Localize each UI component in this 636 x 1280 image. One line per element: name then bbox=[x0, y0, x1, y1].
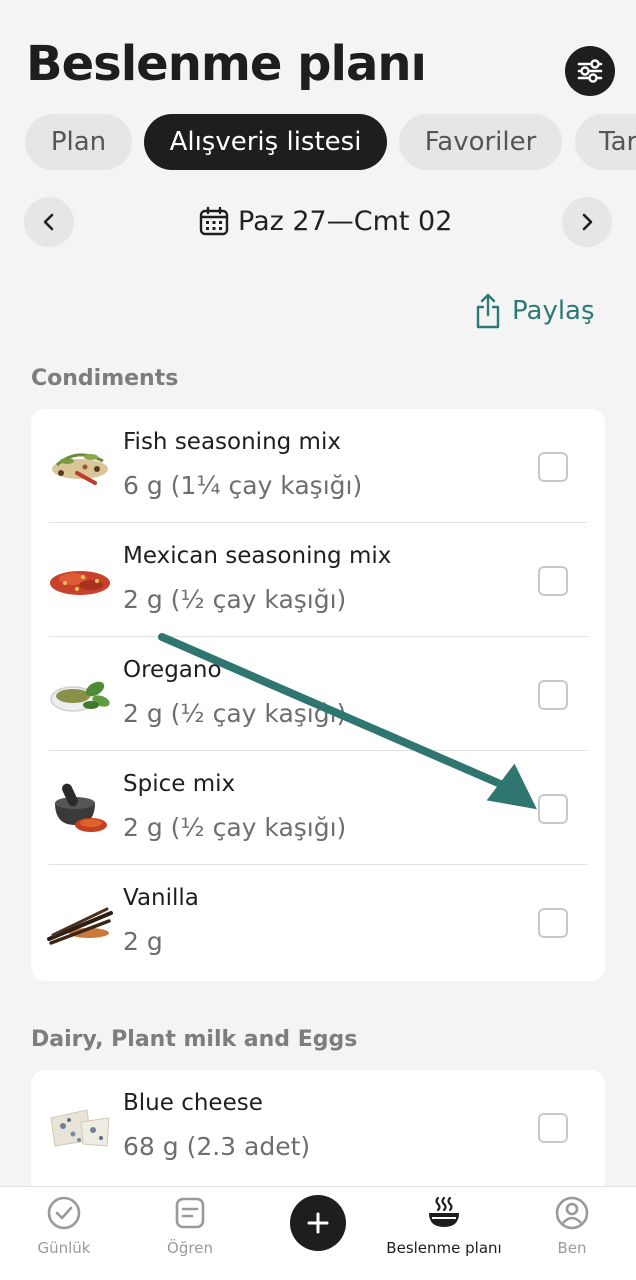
next-week-button[interactable] bbox=[562, 197, 612, 247]
chevron-left-icon bbox=[43, 213, 54, 231]
item-checkbox[interactable] bbox=[538, 908, 568, 938]
list-item[interactable]: Blue cheese 68 g (2.3 adet) bbox=[31, 1070, 605, 1184]
list-item[interactable]: Fish seasoning mix 6 g (1¼ çay kaşığı) bbox=[31, 409, 605, 523]
nav-label: Öğren bbox=[167, 1239, 213, 1257]
list-item[interactable]: Mexican seasoning mix 2 g (½ çay kaşığı) bbox=[31, 523, 605, 637]
item-quantity: 2 g (½ çay kaşığı) bbox=[123, 699, 347, 728]
dairy-list: Blue cheese 68 g (2.3 adet) bbox=[31, 1070, 605, 1200]
plus-icon bbox=[307, 1212, 329, 1234]
list-item[interactable]: Vanilla 2 g bbox=[31, 865, 605, 979]
nav-label: Beslenme planı bbox=[386, 1239, 502, 1257]
note-icon bbox=[175, 1197, 205, 1229]
filter-button[interactable] bbox=[565, 46, 615, 96]
item-name: Blue cheese bbox=[123, 1090, 263, 1116]
nav-daily[interactable]: Günlük bbox=[4, 1195, 124, 1257]
nav-meal-plan[interactable]: Beslenme planı bbox=[384, 1195, 504, 1257]
share-button[interactable]: Paylaş bbox=[474, 292, 595, 330]
list-item[interactable]: Oregano 2 g (½ çay kaşığı) bbox=[31, 637, 605, 751]
tab-bar: Plan Alışveriş listesi Favoriler Tar bbox=[0, 114, 636, 170]
item-name: Vanilla bbox=[123, 885, 199, 911]
item-quantity: 68 g (2.3 adet) bbox=[123, 1132, 311, 1161]
item-checkbox[interactable] bbox=[538, 566, 568, 596]
item-name: Fish seasoning mix bbox=[123, 429, 341, 455]
item-checkbox[interactable] bbox=[538, 452, 568, 482]
share-label: Paylaş bbox=[512, 296, 595, 326]
item-name: Mexican seasoning mix bbox=[123, 543, 392, 569]
page-title: Beslenme planı bbox=[26, 36, 427, 92]
item-quantity: 6 g (1¼ çay kaşığı) bbox=[123, 471, 363, 500]
spice-mix-thumbnail bbox=[55, 783, 107, 832]
share-icon bbox=[476, 293, 500, 329]
header: Beslenme planı bbox=[0, 0, 636, 120]
item-quantity: 2 g (½ çay kaşığı) bbox=[123, 585, 347, 614]
item-checkbox[interactable] bbox=[538, 794, 568, 824]
previous-week-button[interactable] bbox=[24, 197, 74, 247]
blue-cheese-thumbnail bbox=[50, 1109, 110, 1147]
condiments-list: Fish seasoning mix 6 g (1¼ çay kaşığı) M… bbox=[31, 409, 605, 981]
profile-icon bbox=[555, 1196, 589, 1230]
item-quantity: 2 g bbox=[123, 927, 163, 956]
sliders-icon bbox=[577, 59, 603, 83]
item-checkbox[interactable] bbox=[538, 680, 568, 710]
item-name: Spice mix bbox=[123, 771, 236, 797]
calendar-icon bbox=[199, 206, 229, 236]
oregano-thumbnail bbox=[50, 681, 110, 712]
list-item[interactable]: Spice mix 2 g (½ çay kaşığı) bbox=[31, 751, 605, 865]
week-range-label: Paz 27—Cmt 02 bbox=[238, 205, 453, 237]
fish-seasoning-thumbnail bbox=[52, 453, 108, 485]
nav-label: Günlük bbox=[37, 1239, 91, 1257]
nav-learn[interactable]: Öğren bbox=[130, 1195, 250, 1257]
section-title-condiments: Condiments bbox=[31, 366, 179, 391]
section-title-dairy: Dairy, Plant milk and Eggs bbox=[31, 1027, 358, 1052]
item-quantity: 2 g (½ çay kaşığı) bbox=[123, 813, 347, 842]
nav-label: Ben bbox=[557, 1239, 587, 1257]
bowl-icon bbox=[429, 1196, 459, 1227]
tab-plan[interactable]: Plan bbox=[25, 114, 132, 170]
item-checkbox[interactable] bbox=[538, 1113, 568, 1143]
tab-shopping-list[interactable]: Alışveriş listesi bbox=[144, 114, 387, 170]
vanilla-thumbnail bbox=[47, 907, 113, 945]
week-navigation: Paz 27—Cmt 02 bbox=[0, 197, 636, 249]
mexican-seasoning-thumbnail bbox=[50, 571, 110, 595]
nav-profile[interactable]: Ben bbox=[512, 1195, 632, 1257]
add-button[interactable] bbox=[290, 1195, 346, 1251]
week-selector[interactable]: Paz 27—Cmt 02 bbox=[198, 205, 452, 237]
tab-favorites[interactable]: Favoriler bbox=[399, 114, 562, 170]
bottom-navigation: Günlük Öğren Beslenme planı Ben bbox=[0, 1186, 636, 1280]
item-name: Oregano bbox=[123, 657, 222, 683]
tab-partial[interactable]: Tar bbox=[575, 114, 636, 170]
check-circle-icon bbox=[47, 1196, 81, 1230]
chevron-right-icon bbox=[582, 213, 593, 231]
